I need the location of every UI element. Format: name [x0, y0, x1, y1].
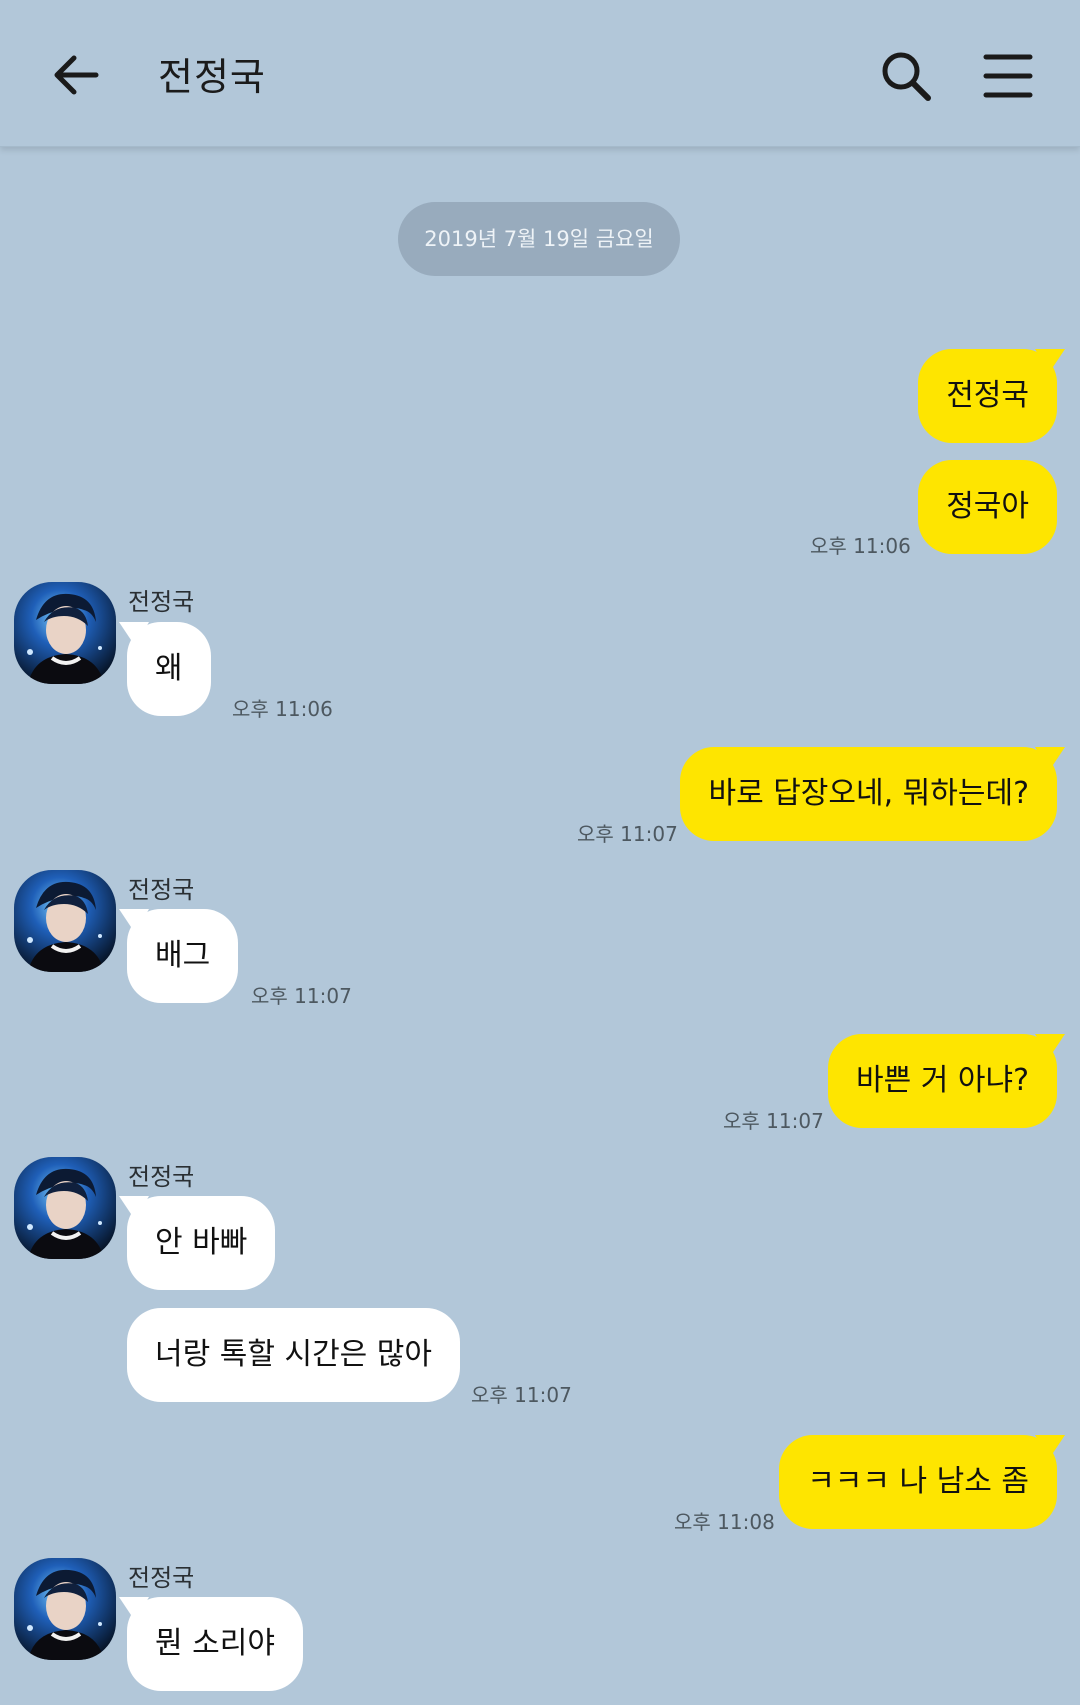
my-message-bubble[interactable]: ㅋㅋㅋ 나 남소 좀: [779, 1435, 1065, 1529]
avatar[interactable]: [14, 1157, 116, 1259]
message-time: 오후 11:07: [577, 822, 678, 846]
chat-title: 전정국: [158, 55, 266, 99]
message-text: ㅋㅋㅋ 나 남소 좀: [807, 1464, 1029, 1499]
search-icon: [882, 52, 931, 101]
message-text: 왜: [155, 651, 183, 686]
message-text: 바쁜 거 아냐?: [856, 1063, 1029, 1098]
profile-photo: [14, 870, 116, 972]
message-time: 오후 11:06: [232, 697, 333, 721]
message-time: 오후 11:06: [810, 534, 911, 558]
date-divider: 2019년 7월 19일 금요일: [398, 202, 680, 276]
message-time: 오후 11:07: [723, 1109, 824, 1133]
their-message-bubble[interactable]: 너랑 톡할 시간은 많아: [127, 1308, 461, 1402]
sender-name: 전정국: [128, 876, 195, 904]
profile-photo: [14, 1558, 116, 1660]
their-message-bubble[interactable]: 뭔 소리야: [119, 1597, 303, 1691]
my-message-bubble[interactable]: 정국아: [918, 460, 1057, 554]
their-message-bubble[interactable]: 배그: [119, 909, 239, 1003]
sender-name: 전정국: [128, 1163, 195, 1191]
message-text: 전정국: [946, 378, 1029, 413]
back-button[interactable]: [40, 40, 112, 112]
sender-name: 전정국: [128, 588, 195, 616]
message-text: 안 바빠: [155, 1225, 248, 1260]
message-text: 배그: [155, 938, 211, 973]
message-text: 정국아: [946, 489, 1029, 524]
message-time: 오후 11:07: [251, 984, 352, 1008]
avatar[interactable]: [14, 582, 116, 684]
arrow-left-icon: [54, 55, 99, 95]
menu-button[interactable]: [972, 40, 1044, 112]
profile-photo: [14, 582, 116, 684]
my-message-bubble[interactable]: 바로 답장오네, 뭐하는데?: [680, 747, 1065, 841]
message-text: 바로 답장오네, 뭐하는데?: [708, 776, 1029, 811]
message-time: 오후 11:07: [471, 1383, 572, 1407]
message-time: 오후 11:08: [674, 1510, 775, 1534]
sender-name: 전정국: [128, 1564, 195, 1592]
chat-header: 전정국: [0, 0, 1080, 147]
search-button[interactable]: [870, 40, 942, 112]
profile-photo: [14, 1157, 116, 1259]
message-text: 뭔 소리야: [155, 1626, 275, 1661]
their-message-bubble[interactable]: 안 바빠: [119, 1196, 276, 1290]
avatar[interactable]: [14, 870, 116, 972]
my-message-bubble[interactable]: 전정국: [918, 349, 1065, 443]
message-text: 너랑 톡할 시간은 많아: [155, 1337, 433, 1372]
menu-icon: [983, 54, 1033, 98]
avatar[interactable]: [14, 1558, 116, 1660]
their-message-bubble[interactable]: 왜: [119, 622, 211, 716]
my-message-bubble[interactable]: 바쁜 거 아냐?: [828, 1034, 1065, 1128]
